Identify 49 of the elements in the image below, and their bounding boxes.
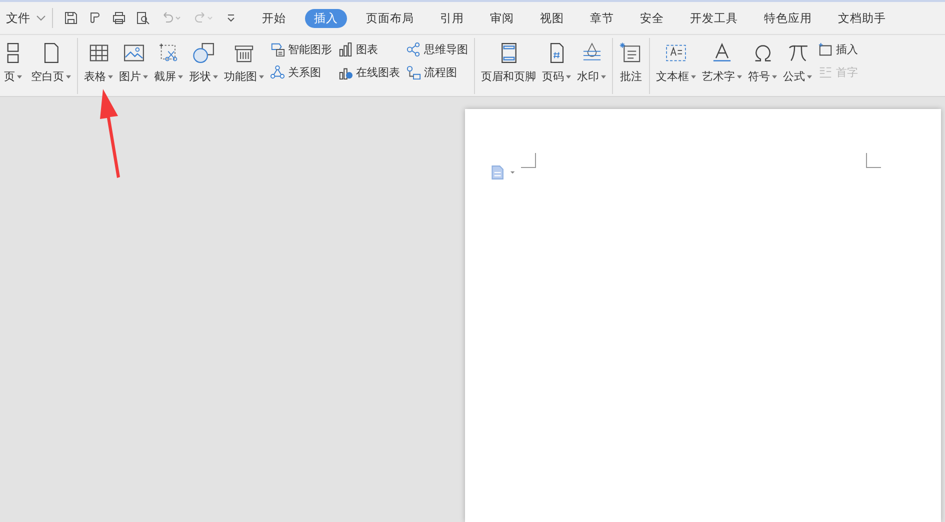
- save-icon[interactable]: [64, 11, 78, 25]
- margin-corner-mark: [521, 153, 537, 169]
- shape-icon: [192, 41, 216, 65]
- ribbon-tab[interactable]: 开始: [255, 8, 293, 28]
- comment-icon: [619, 41, 643, 65]
- ribbon-button[interactable]: 页码: [542, 41, 571, 84]
- ribbon-button[interactable]: 符号: [748, 41, 777, 84]
- drop-cap-icon: [818, 65, 833, 80]
- ribbon-button[interactable]: 功能图: [224, 41, 264, 84]
- ribbon-button[interactable]: 公式: [783, 41, 812, 84]
- ribbon-tab[interactable]: 安全: [633, 8, 671, 28]
- ribbon-small-button[interactable]: 插入: [818, 42, 858, 57]
- smart-graphic-icon: [270, 42, 285, 57]
- mind-map-icon: [406, 42, 421, 57]
- number-box-icon: [818, 42, 833, 57]
- ribbon-button[interactable]: 图片: [119, 41, 148, 84]
- ribbon-small-button[interactable]: 流程图: [406, 65, 468, 80]
- ribbon-button[interactable]: 艺术字: [702, 41, 742, 84]
- ribbon-small-button[interactable]: 图表: [338, 42, 400, 57]
- ribbon-small-button[interactable]: 在线图表: [338, 65, 400, 80]
- flowchart-icon: [406, 65, 421, 80]
- ribbon-button[interactable]: 表格: [84, 41, 113, 84]
- ribbon-button[interactable]: 页眉和页脚: [481, 41, 536, 84]
- ribbon-button[interactable]: 形状: [189, 41, 218, 84]
- print-preview-icon[interactable]: [136, 11, 150, 25]
- ribbon-tab[interactable]: 审阅: [483, 8, 521, 28]
- ribbon-small-button[interactable]: 关系图: [270, 65, 332, 80]
- ribbon-tab[interactable]: 文档助手: [831, 8, 893, 28]
- ribbon-tab[interactable]: 视图: [533, 8, 571, 28]
- ribbon-small-button[interactable]: 智能图形: [270, 42, 332, 57]
- bar-chart-icon: [338, 42, 353, 57]
- ribbon-button[interactable]: 页: [1, 41, 25, 84]
- ribbon-button[interactable]: 水印: [577, 41, 606, 84]
- chevron-down-icon: [36, 15, 46, 21]
- ribbon-tab[interactable]: 章节: [583, 8, 621, 28]
- ribbon-button[interactable]: 空白页: [31, 41, 71, 84]
- ribbon-tab[interactable]: 引用: [433, 8, 471, 28]
- ribbon-tab[interactable]: 页面布局: [359, 8, 421, 28]
- format-painter-icon[interactable]: [88, 11, 102, 25]
- ribbon-button[interactable]: 批注: [619, 41, 643, 84]
- ribbon-small-button[interactable]: 思维导图: [406, 42, 468, 57]
- margin-corner-mark: [865, 153, 881, 169]
- print-icon[interactable]: [112, 11, 126, 25]
- ribbon-button[interactable]: 文本框: [656, 41, 696, 84]
- ribbon-tab[interactable]: 开发工具: [683, 8, 745, 28]
- ribbon-button[interactable]: 截屏: [154, 41, 183, 84]
- file-menu-button[interactable]: 文件: [2, 10, 50, 26]
- cycle-icon: [270, 65, 285, 80]
- ribbon-tab[interactable]: 特色应用: [757, 8, 819, 28]
